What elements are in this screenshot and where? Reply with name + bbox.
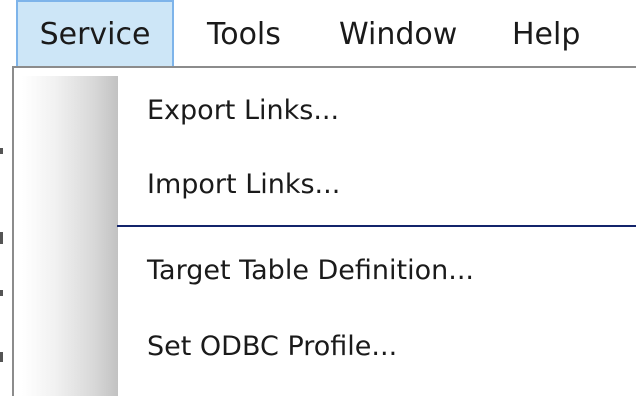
- menu-item-set-odbc-profile[interactable]: Set ODBC Profile...: [14, 314, 636, 380]
- menu-item-label: Set ODBC Profile...: [147, 331, 398, 362]
- menu-service[interactable]: Service: [16, 0, 174, 66]
- background-edge-mark: [0, 352, 3, 362]
- menu-help[interactable]: Help: [512, 0, 580, 66]
- menu-item-label: Target Table Definition...: [147, 255, 475, 286]
- menu-item-import-links[interactable]: Import Links...: [14, 152, 636, 218]
- menu-separator: [117, 225, 636, 227]
- menu-item-export-links[interactable]: Export Links...: [14, 78, 636, 144]
- background-edge-mark: [0, 148, 3, 154]
- menu-item-label: Import Links...: [147, 169, 341, 200]
- background-edge-mark: [0, 232, 3, 244]
- menu-item-label: Export Links...: [147, 95, 340, 126]
- service-dropdown-menu: Export Links... Import Links... Target T…: [12, 66, 636, 396]
- menu-tools[interactable]: Tools: [207, 0, 281, 66]
- menu-item-target-table-definition[interactable]: Target Table Definition...: [14, 238, 636, 304]
- menu-window[interactable]: Window: [339, 0, 457, 66]
- background-edge-mark: [0, 290, 3, 296]
- menu-bar: Service Tools Window Help: [0, 0, 636, 66]
